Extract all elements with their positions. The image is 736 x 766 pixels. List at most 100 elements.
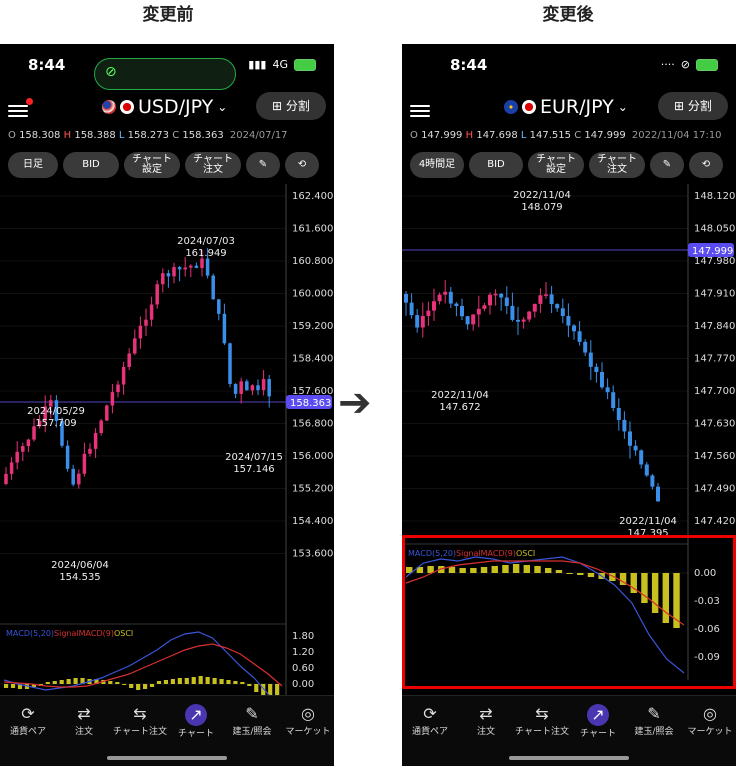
pair-selector[interactable]: EUR/JPY ⌄: [504, 96, 628, 118]
price-tick-label: 147.630: [694, 419, 735, 430]
candle-body: [194, 265, 199, 268]
bid-button[interactable]: BID: [63, 152, 119, 178]
rotate-button[interactable]: ⟲: [689, 152, 723, 178]
price-chart[interactable]: 162.400 161.600 160.800 160.000 159.200 158.4…: [0, 184, 334, 704]
osci-bar: [240, 682, 245, 684]
candle-body: [149, 304, 154, 320]
price-tick-label: 147.420: [694, 516, 735, 527]
candle-body: [656, 486, 660, 502]
chart-order-button[interactable]: チャート 注文: [185, 152, 241, 178]
nav-currency-pair[interactable]: ⟳ 通貨ペア: [402, 704, 458, 737]
osci-bar: [198, 676, 203, 684]
chart-order-icon: ⇆: [133, 704, 147, 723]
bottom-nav: ⟳ 通貨ペア ⇄ 注文 ⇆ チャート注文 ↗ チャート ✎ 建玉/照会 ◎ マーケット: [402, 695, 736, 766]
candle-body: [138, 325, 143, 339]
candle-body: [211, 275, 215, 300]
menu-icon[interactable]: [8, 102, 28, 120]
chart-toolbar: 4時間足 BID チャート 設定 チャート 注文 ✎ ⟲: [410, 152, 732, 178]
nav-positions[interactable]: ✎ 建玉/照会: [224, 704, 280, 737]
candle-body: [420, 315, 425, 328]
nav-chart[interactable]: ↗ チャート: [570, 704, 626, 739]
status-bar: 8:44 ···· ⊘: [402, 52, 736, 80]
nav-chart-order[interactable]: ⇆ チャート注文: [112, 704, 168, 737]
low-value: 158.273: [127, 130, 169, 141]
nav-order[interactable]: ⇄ 注文: [56, 704, 112, 737]
candle-body: [250, 385, 255, 391]
annotation-value: 154.535: [59, 572, 100, 583]
price-tick-label: 147.980: [694, 256, 735, 267]
rotate-button[interactable]: ⟲: [285, 152, 319, 178]
candle-body: [144, 319, 148, 326]
nav-label: 通貨ペア: [9, 727, 46, 737]
candle-body: [588, 352, 593, 367]
annotation-date: 2024/05/29: [27, 406, 85, 417]
chart-icon: ↗: [587, 704, 609, 726]
split-button[interactable]: ⊞ 分割: [256, 92, 326, 120]
annotation-value: 147.672: [439, 402, 480, 413]
grid-icon: ⊞: [272, 99, 286, 113]
candle-body: [555, 304, 560, 309]
timeframe-button[interactable]: 4時間足: [410, 152, 464, 178]
candle-body: [504, 297, 509, 306]
bottom-nav: ⟳ 通貨ペア ⇄ 注文 ⇆ チャート注文 ↗ チャート ✎ 建玉/照会 ◎ マーケット: [0, 695, 334, 766]
pair-label: EUR/JPY: [540, 96, 614, 118]
candle-body: [616, 407, 621, 420]
draw-button[interactable]: ✎: [650, 152, 684, 178]
timeframe-button[interactable]: 日足: [8, 152, 58, 178]
nav-market[interactable]: ◎ マーケット: [280, 704, 334, 737]
nav-positions[interactable]: ✎ 建玉/照会: [626, 704, 682, 737]
pencil-icon: ✎: [662, 159, 672, 170]
link-icon: ⊘: [680, 58, 690, 71]
candle-body: [454, 303, 459, 307]
macd-tick-label: 0.00: [292, 679, 314, 690]
candle-body: [633, 445, 638, 451]
close-label: C: [172, 130, 180, 141]
status-icons: ···· ⊘: [661, 58, 718, 71]
nav-currency-pair[interactable]: ⟳ 通貨ペア: [0, 704, 56, 737]
candle-body: [233, 383, 238, 394]
high-label: H: [465, 130, 474, 141]
chart-settings-button[interactable]: チャート 設定: [124, 152, 180, 178]
candle-body: [448, 291, 453, 304]
pair-selector[interactable]: USD/JPY ⌄: [102, 96, 227, 118]
osci-bar: [156, 681, 162, 684]
status-time: 8:44: [450, 56, 488, 74]
candle-body: [644, 464, 649, 476]
osci-bar: [52, 681, 57, 684]
link-icon: ⊘: [105, 64, 117, 80]
osci-bar: [10, 684, 16, 688]
nav-chart[interactable]: ↗ チャート: [168, 704, 224, 739]
market-icon: ◎: [703, 704, 717, 723]
nav-order[interactable]: ⇄ 注文: [458, 704, 514, 737]
after-heading: 変更後: [542, 5, 594, 25]
annotation-date: 2022/11/04: [619, 516, 677, 527]
split-button[interactable]: ⊞ 分割: [658, 92, 728, 120]
ohlc-readout: O 147.999 H 147.698 L 147.515 C 147.999 …: [410, 130, 722, 141]
candle-body: [155, 284, 159, 305]
osci-bar: [115, 682, 120, 684]
low-label: L: [118, 130, 125, 141]
draw-button[interactable]: ✎: [246, 152, 280, 178]
annotation-date: 2024/07/15: [225, 452, 283, 463]
candle-body: [488, 294, 492, 306]
nav-market[interactable]: ◎ マーケット: [682, 704, 736, 737]
price-tick-label: 147.490: [694, 484, 735, 495]
annotation-date: 2022/11/04: [513, 190, 571, 201]
close-label: C: [574, 130, 582, 141]
candle-body: [471, 314, 476, 325]
order-icon: ⇄: [77, 704, 91, 723]
annotation-value: 161.949: [185, 248, 226, 259]
chart-order-button[interactable]: チャート 注文: [589, 152, 645, 178]
menu-icon[interactable]: [410, 102, 430, 120]
osci-bar: [129, 684, 134, 688]
chart-order-icon: ⇆: [535, 704, 549, 723]
candle-body: [121, 366, 126, 385]
nav-chart-order[interactable]: ⇆ チャート注文: [514, 704, 570, 737]
annotation-value: 157.709: [35, 418, 76, 429]
order-icon: ⇄: [479, 704, 493, 723]
chart-settings-button[interactable]: チャート 設定: [528, 152, 584, 178]
bid-button[interactable]: BID: [469, 152, 523, 178]
chevron-down-icon: ⌄: [617, 100, 628, 114]
status-time: 8:44: [28, 56, 66, 74]
nav-label: 建玉/照会: [232, 727, 272, 737]
